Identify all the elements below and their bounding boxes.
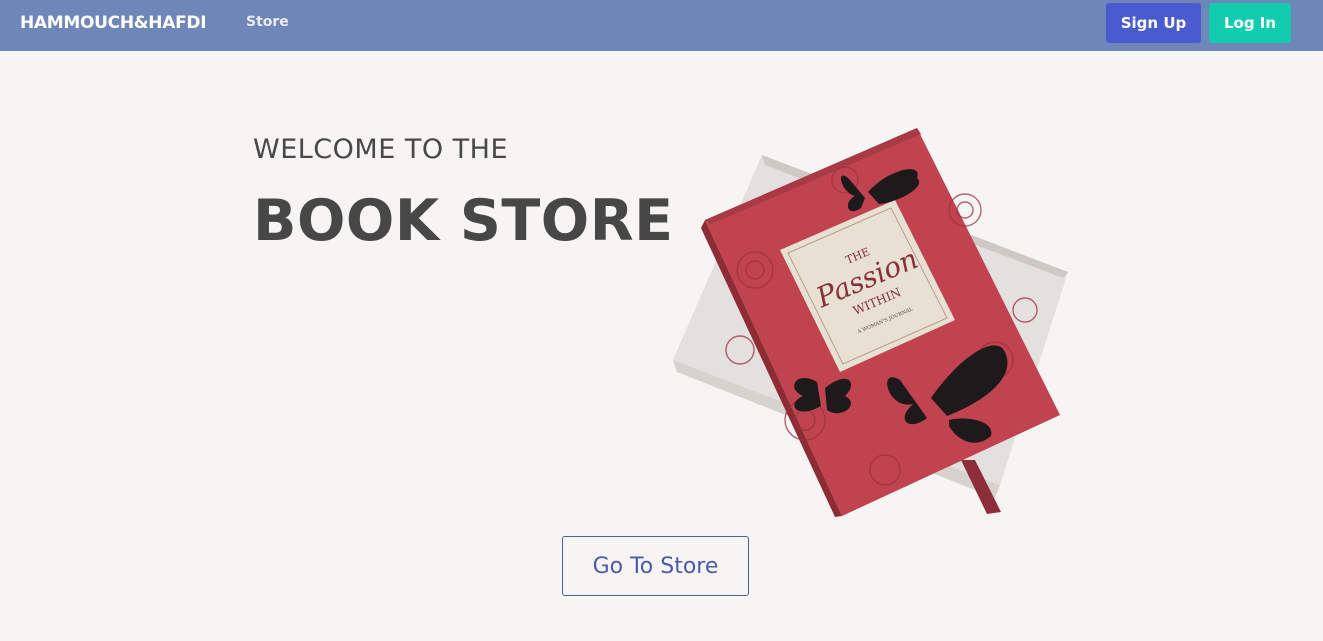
top-navbar: HAMMOUCH&HAFDI Store Sign Up Log In xyxy=(0,0,1323,51)
nav-link-store[interactable]: Store xyxy=(246,14,289,30)
book-image: THE Passion WITHIN A WOMAN'S JOURNAL xyxy=(673,128,1068,517)
hero-welcome-text: WELCOME TO THE xyxy=(253,134,509,165)
login-button[interactable]: Log In xyxy=(1209,3,1291,43)
hero-title: BOOK STORE xyxy=(253,188,674,254)
go-to-store-button[interactable]: Go To Store xyxy=(562,536,749,596)
signup-button[interactable]: Sign Up xyxy=(1106,3,1201,43)
brand-logo[interactable]: HAMMOUCH&HAFDI xyxy=(20,13,207,33)
